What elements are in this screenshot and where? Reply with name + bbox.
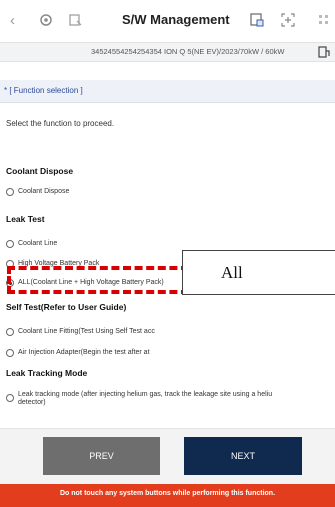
page-title: S/W Management [122,12,230,27]
section-header-label: * [ Function selection ] [4,86,83,95]
vehicle-info-bar: 34524554254254354 ION Q 5(NE EV)/2023/70… [0,42,335,62]
option-label: Air Injection Adapter(Begin the test aft… [18,349,150,356]
option-coolant-line[interactable]: Coolant Line [6,240,57,248]
option-all-leak-test[interactable]: ALL(Coolant Line + High Voltage Battery … [6,279,164,287]
option-label: Leak tracking mode (after injecting heli… [18,391,273,398]
vehicle-info-text: 34524554254254354 ION Q 5(NE EV)/2023/70… [91,47,285,56]
warning-banner: Do not touch any system buttons while pe… [0,484,335,507]
group-title-leak-test: Leak Test [6,214,45,224]
screenshot-icon[interactable] [280,12,296,33]
radio-icon[interactable] [6,394,14,402]
tooltip-text: All [221,263,243,282]
option-label: Coolant Line Fitting(Test Using Self Tes… [18,328,155,335]
option-label-continued: detector) [18,399,46,406]
top-bar: ‹ S/W Management [0,0,335,42]
tooltip: All [182,250,335,295]
option-leak-tracking-mode[interactable]: Leak tracking mode (after injecting heli… [6,391,272,407]
instruction-text: Select the function to proceed. [6,119,115,128]
option-coolant-dispose[interactable]: Coolant Dispose [6,188,69,196]
report-icon[interactable] [249,12,265,33]
option-high-voltage-battery-pack[interactable]: High Voltage Battery Pack [6,260,99,268]
section-header: * [ Function selection ] [0,80,335,103]
chevron-left-icon[interactable]: ‹ [10,12,15,30]
car-icon[interactable] [317,45,331,62]
radio-icon[interactable] [6,188,14,196]
group-title-coolant-dispose: Coolant Dispose [6,166,74,176]
group-title-leak-tracking-mode: Leak Tracking Mode [6,368,88,378]
warning-text: Do not touch any system buttons while pe… [59,490,276,497]
radio-icon[interactable] [6,260,14,268]
vehicle-connect-icon[interactable] [67,12,83,33]
next-button[interactable]: NEXT [184,437,302,475]
grid-icon[interactable] [318,12,330,33]
group-title-self-test: Self Test(Refer to User Guide) [6,302,127,312]
radio-icon[interactable] [6,328,14,336]
settings-icon[interactable] [38,12,54,33]
option-label: ALL(Coolant Line + High Voltage Battery … [18,279,164,286]
option-label: Coolant Dispose [18,188,70,195]
radio-icon[interactable] [6,240,14,248]
prev-button[interactable]: PREV [43,437,160,475]
option-coolant-line-fitting[interactable]: Coolant Line Fitting(Test Using Self Tes… [6,328,155,336]
radio-selected-icon[interactable] [6,279,14,287]
option-label: High Voltage Battery Pack [18,260,100,267]
option-label: Coolant Line [18,240,58,247]
button-bar: PREV NEXT [0,428,335,484]
radio-icon[interactable] [6,349,14,357]
option-air-injection-adapter[interactable]: Air Injection Adapter(Begin the test aft… [6,349,150,357]
